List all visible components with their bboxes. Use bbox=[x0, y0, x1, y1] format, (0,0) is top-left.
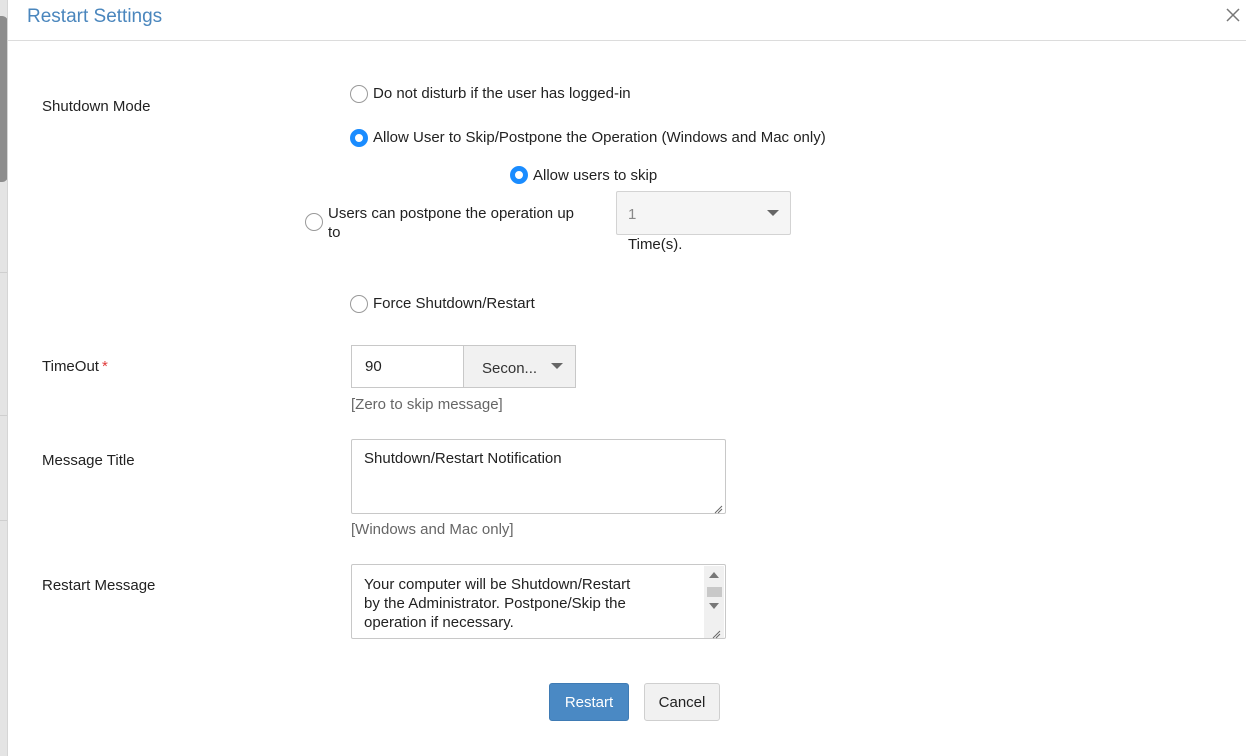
dialog-header: Restart Settings bbox=[8, 0, 1246, 41]
shutdown-mode-label: Shutdown Mode bbox=[42, 98, 151, 115]
scroll-down-icon[interactable] bbox=[709, 603, 719, 609]
timeout-label: TimeOut * bbox=[42, 358, 108, 375]
postpone-count-select[interactable]: 1 bbox=[616, 191, 791, 235]
timeout-unit-value: Secon... bbox=[482, 360, 538, 377]
dialog-title: Restart Settings bbox=[27, 6, 163, 27]
message-title-input[interactable]: Shutdown/Restart Notification bbox=[351, 439, 726, 514]
timeout-hint: [Zero to skip message] bbox=[351, 396, 503, 413]
radio-label-postpone-line2: to bbox=[328, 224, 341, 241]
postpone-unit-label: Time(s). bbox=[628, 236, 683, 253]
radio-label-allow-users-skip: Allow users to skip bbox=[533, 167, 658, 184]
radio-allow-users-skip[interactable] bbox=[510, 166, 528, 184]
cancel-button[interactable]: Cancel bbox=[644, 683, 720, 721]
timeout-unit-select[interactable]: Secon... bbox=[463, 345, 576, 388]
radio-label-force-shutdown: Force Shutdown/Restart bbox=[373, 295, 535, 312]
message-title-label: Message Title bbox=[42, 452, 135, 469]
restart-message-label: Restart Message bbox=[42, 577, 156, 594]
radio-allow-skip-postpone[interactable] bbox=[350, 129, 368, 147]
message-title-hint: [Windows and Mac only] bbox=[351, 521, 514, 538]
scroll-up-icon[interactable] bbox=[709, 572, 719, 578]
timeout-value: 90 bbox=[365, 358, 382, 375]
close-icon[interactable] bbox=[1223, 5, 1243, 25]
chevron-down-icon bbox=[767, 210, 779, 216]
radio-do-not-disturb[interactable] bbox=[350, 85, 368, 103]
resize-grip-icon[interactable] bbox=[711, 626, 721, 639]
postpone-count-value: 1 bbox=[628, 206, 637, 223]
radio-label-allow-skip-postpone: Allow User to Skip/Postpone the Operatio… bbox=[373, 129, 826, 146]
message-title-value: Shutdown/Restart Notification bbox=[364, 450, 562, 467]
restart-message-text: Your computer will be Shutdown/Restart b… bbox=[364, 576, 631, 631]
restart-message-input[interactable]: Your computer will be Shutdown/Restart b… bbox=[351, 564, 726, 639]
radio-postpone[interactable] bbox=[305, 213, 323, 231]
resize-grip-icon[interactable] bbox=[713, 501, 723, 514]
timeout-input[interactable]: 90 bbox=[351, 345, 464, 388]
required-asterisk: * bbox=[101, 358, 108, 375]
restart-settings-dialog: Restart Settings Shutdown Mode Do not di… bbox=[7, 0, 1246, 756]
scroll-thumb[interactable] bbox=[707, 587, 722, 597]
chevron-down-icon bbox=[551, 363, 563, 369]
radio-force-shutdown[interactable] bbox=[350, 295, 368, 313]
radio-label-postpone-line1: Users can postpone the operation up bbox=[328, 205, 574, 222]
radio-label-do-not-disturb: Do not disturb if the user has logged-in bbox=[373, 85, 631, 102]
restart-button[interactable]: Restart bbox=[549, 683, 629, 721]
